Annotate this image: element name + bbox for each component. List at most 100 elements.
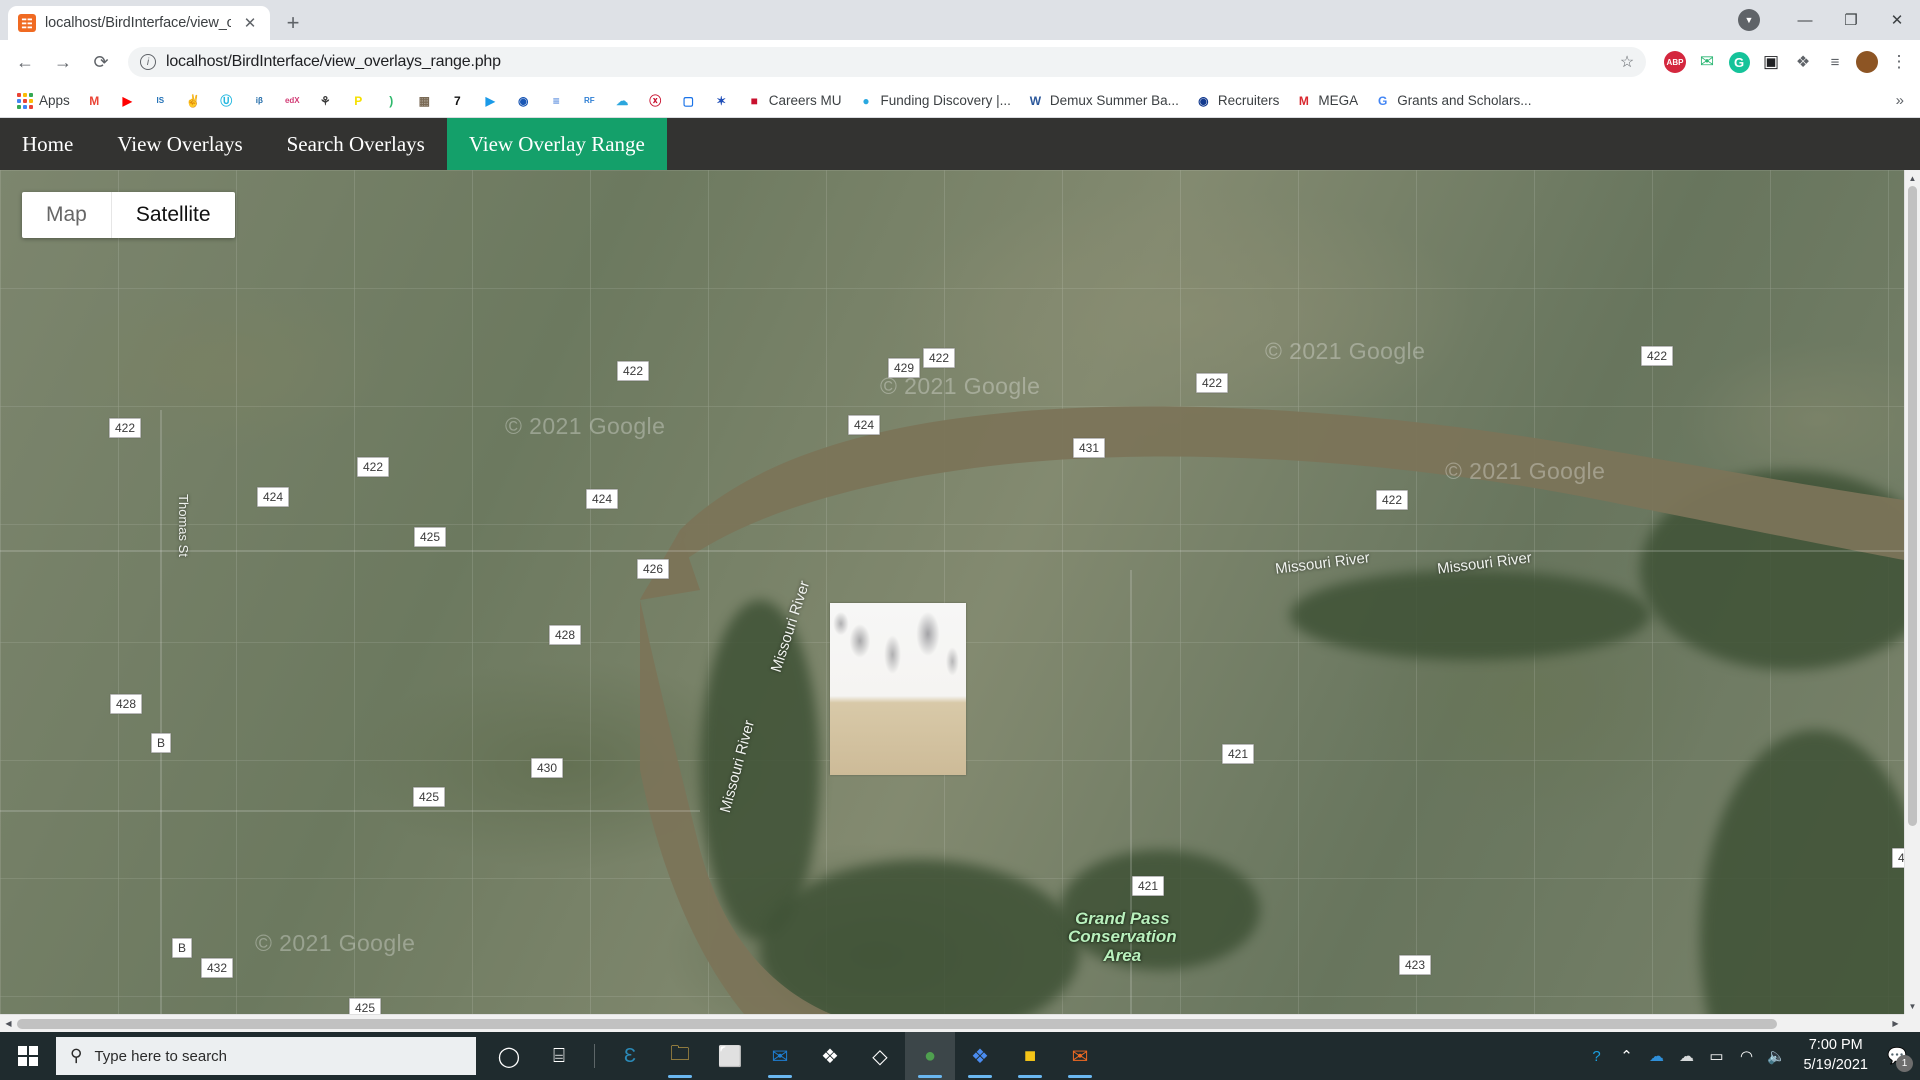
app-diamond-icon[interactable]: ❖: [955, 1032, 1005, 1080]
bookmark-bee-icon[interactable]: ⚘: [311, 89, 340, 112]
bookmark-oracle-red-icon[interactable]: ⓧ: [641, 89, 670, 112]
chrome-menu-icon[interactable]: ⋮: [1886, 49, 1912, 75]
scroll-right-arrow[interactable]: ▶: [1887, 1019, 1904, 1028]
bookmark-demux-summer-ba[interactable]: W Demux Summer Ba...: [1021, 89, 1185, 112]
microsoft-store-icon[interactable]: ⬜: [705, 1032, 755, 1080]
cortana-icon[interactable]: ◯: [484, 1032, 534, 1080]
bookmark-star-blue-icon[interactable]: ✶: [707, 89, 736, 112]
bookmark-doc-icon[interactable]: ≡: [542, 89, 571, 112]
horizontal-scroll-thumb[interactable]: [17, 1019, 1777, 1029]
file-explorer-icon[interactable]: 🗀: [655, 1032, 705, 1080]
bookmark-grants-and-scholars[interactable]: G Grants and Scholars...: [1368, 89, 1537, 112]
back-button[interactable]: ←: [8, 45, 42, 79]
site-info-icon[interactable]: i: [140, 54, 156, 70]
bookmark-star-icon[interactable]: ☆: [1614, 49, 1640, 75]
browser-tab[interactable]: ☷ localhost/BirdInterface/view_ove ✕: [8, 6, 270, 40]
close-icon[interactable]: ✕: [240, 13, 260, 33]
google-chrome-icon[interactable]: ●: [905, 1032, 955, 1080]
grammarly-icon[interactable]: G: [1726, 49, 1752, 75]
bookmark-seven-icon[interactable]: 7: [443, 89, 472, 112]
windows-start-icon[interactable]: [0, 1032, 56, 1080]
picture-in-picture-icon[interactable]: ▣: [1758, 49, 1784, 75]
bookmark-is-icon[interactable]: IS: [146, 89, 175, 112]
nav-item-view-overlays[interactable]: View Overlays: [95, 118, 264, 170]
bookmark-apps[interactable]: Apps: [10, 89, 76, 112]
minimize-button[interactable]: —: [1782, 4, 1828, 36]
bookmark-gmail-icon[interactable]: M: [80, 89, 109, 112]
xampp-icon: ☷: [18, 14, 36, 32]
maximize-button[interactable]: ❐: [1828, 4, 1874, 36]
wifi-icon[interactable]: ◠: [1731, 1032, 1761, 1080]
bookmarks-overflow-icon[interactable]: »: [1890, 92, 1910, 109]
road-label-422: 422: [923, 348, 956, 368]
bookmark-careers-mu[interactable]: ■ Careers MU: [740, 89, 848, 112]
onedrive-blue-icon[interactable]: ☁: [1641, 1032, 1671, 1080]
battery-charging-icon[interactable]: ▭: [1701, 1032, 1731, 1080]
bookmark-meet-icon[interactable]: ▢: [674, 89, 703, 112]
bookmark-mega[interactable]: M MEGA: [1289, 89, 1364, 112]
road-label-425: 425: [414, 527, 447, 547]
address-bar[interactable]: i localhost/BirdInterface/view_overlays_…: [128, 47, 1646, 77]
map-label-thomas-st: Thomas St: [175, 494, 191, 557]
microsoft-edge-icon[interactable]: Ɛ: [605, 1032, 655, 1080]
new-tab-button[interactable]: +: [276, 6, 310, 40]
adblock-plus-icon[interactable]: ABP: [1662, 49, 1688, 75]
nav-item-view-overlay-range[interactable]: View Overlay Range: [446, 118, 667, 170]
map-type-map-button[interactable]: Map: [22, 192, 111, 238]
road-label-424: 424: [586, 489, 619, 509]
action-center-icon[interactable]: 💬 1: [1880, 1032, 1914, 1080]
download-icon[interactable]: ▼: [1738, 9, 1760, 31]
bookmark-label: MEGA: [1318, 93, 1359, 108]
nav-item-search-overlays[interactable]: Search Overlays: [265, 118, 447, 170]
scroll-up-arrow[interactable]: ▲: [1905, 170, 1920, 186]
dropbox-icon[interactable]: ❖: [805, 1032, 855, 1080]
bookmark-cloud-icon[interactable]: ☁: [608, 89, 637, 112]
bookmark-target-icon[interactable]: ◉: [509, 89, 538, 112]
clock[interactable]: 7:00 PM 5/19/2021: [1791, 1036, 1880, 1075]
forward-button[interactable]: →: [46, 45, 80, 79]
google-map[interactable]: Missouri River Missouri River Missouri Riv…: [0, 170, 1904, 1014]
bookmark-play-circle-icon[interactable]: ▶: [476, 89, 505, 112]
profile-avatar[interactable]: [1854, 49, 1880, 75]
running-indicator: [918, 1075, 942, 1078]
bookmark-funding-discovery[interactable]: ● Funding Discovery |...: [852, 89, 1017, 112]
task-view-icon[interactable]: ⌸: [534, 1032, 584, 1080]
close-window-button[interactable]: ✕: [1874, 4, 1920, 36]
road-label-431: 431: [1073, 438, 1106, 458]
vertical-scrollbar[interactable]: ▲ ▼: [1904, 170, 1920, 1014]
nav-item-home[interactable]: Home: [0, 118, 95, 170]
bookmark-recruiters[interactable]: ◉ Recruiters: [1189, 89, 1286, 112]
mega-icon: M: [1298, 93, 1309, 108]
sticky-notes-icon[interactable]: ■: [1005, 1032, 1055, 1080]
taskbar-apps: ◯ ⌸ Ɛ 🗀 ⬜ ✉ ❖ ◇ ● ❖ ■ ✉: [484, 1032, 1105, 1080]
bookmark-rf-icon[interactable]: RF: [575, 89, 604, 112]
mailtrack-icon[interactable]: ✉: [1694, 49, 1720, 75]
show-hidden-icons-chevron[interactable]: ⌃: [1611, 1032, 1641, 1080]
bookmark-bracket-icon[interactable]: ): [377, 89, 406, 112]
brave-icon[interactable]: ◇: [855, 1032, 905, 1080]
reading-list-icon[interactable]: ≡: [1822, 49, 1848, 75]
road-label-422: 422: [617, 361, 650, 381]
bookmark-ib-icon[interactable]: iβ: [245, 89, 274, 112]
volume-icon[interactable]: 🔈: [1761, 1032, 1791, 1080]
map-type-satellite-button[interactable]: Satellite: [110, 192, 235, 238]
scroll-down-arrow[interactable]: ▼: [1905, 998, 1920, 1014]
bookmark-photo-icon[interactable]: ▦: [410, 89, 439, 112]
horizontal-scrollbar[interactable]: ◀ ▶: [0, 1014, 1904, 1032]
onedrive-grey-icon[interactable]: ☁: [1671, 1032, 1701, 1080]
bird-range-overlay-image[interactable]: [830, 603, 966, 775]
search-input[interactable]: ⚲ Type here to search: [56, 1037, 476, 1075]
bookmark-u-icon[interactable]: Ⓤ: [212, 89, 241, 112]
bookmark-edx-icon[interactable]: edX: [278, 89, 307, 112]
bookmark-youtube-icon[interactable]: ▶: [113, 89, 142, 112]
xampp-icon[interactable]: ✉: [1055, 1032, 1105, 1080]
bookmark-p-icon[interactable]: P: [344, 89, 373, 112]
puzzle-extensions-icon[interactable]: ❖: [1790, 49, 1816, 75]
road-label-423: 423: [1399, 955, 1432, 975]
help-icon[interactable]: ?: [1581, 1032, 1611, 1080]
reload-button[interactable]: ⟳: [84, 45, 118, 79]
scroll-left-arrow[interactable]: ◀: [0, 1019, 17, 1028]
vertical-scroll-thumb[interactable]: [1908, 186, 1917, 826]
bookmark-peace-icon[interactable]: ✌: [179, 89, 208, 112]
mail-icon[interactable]: ✉: [755, 1032, 805, 1080]
